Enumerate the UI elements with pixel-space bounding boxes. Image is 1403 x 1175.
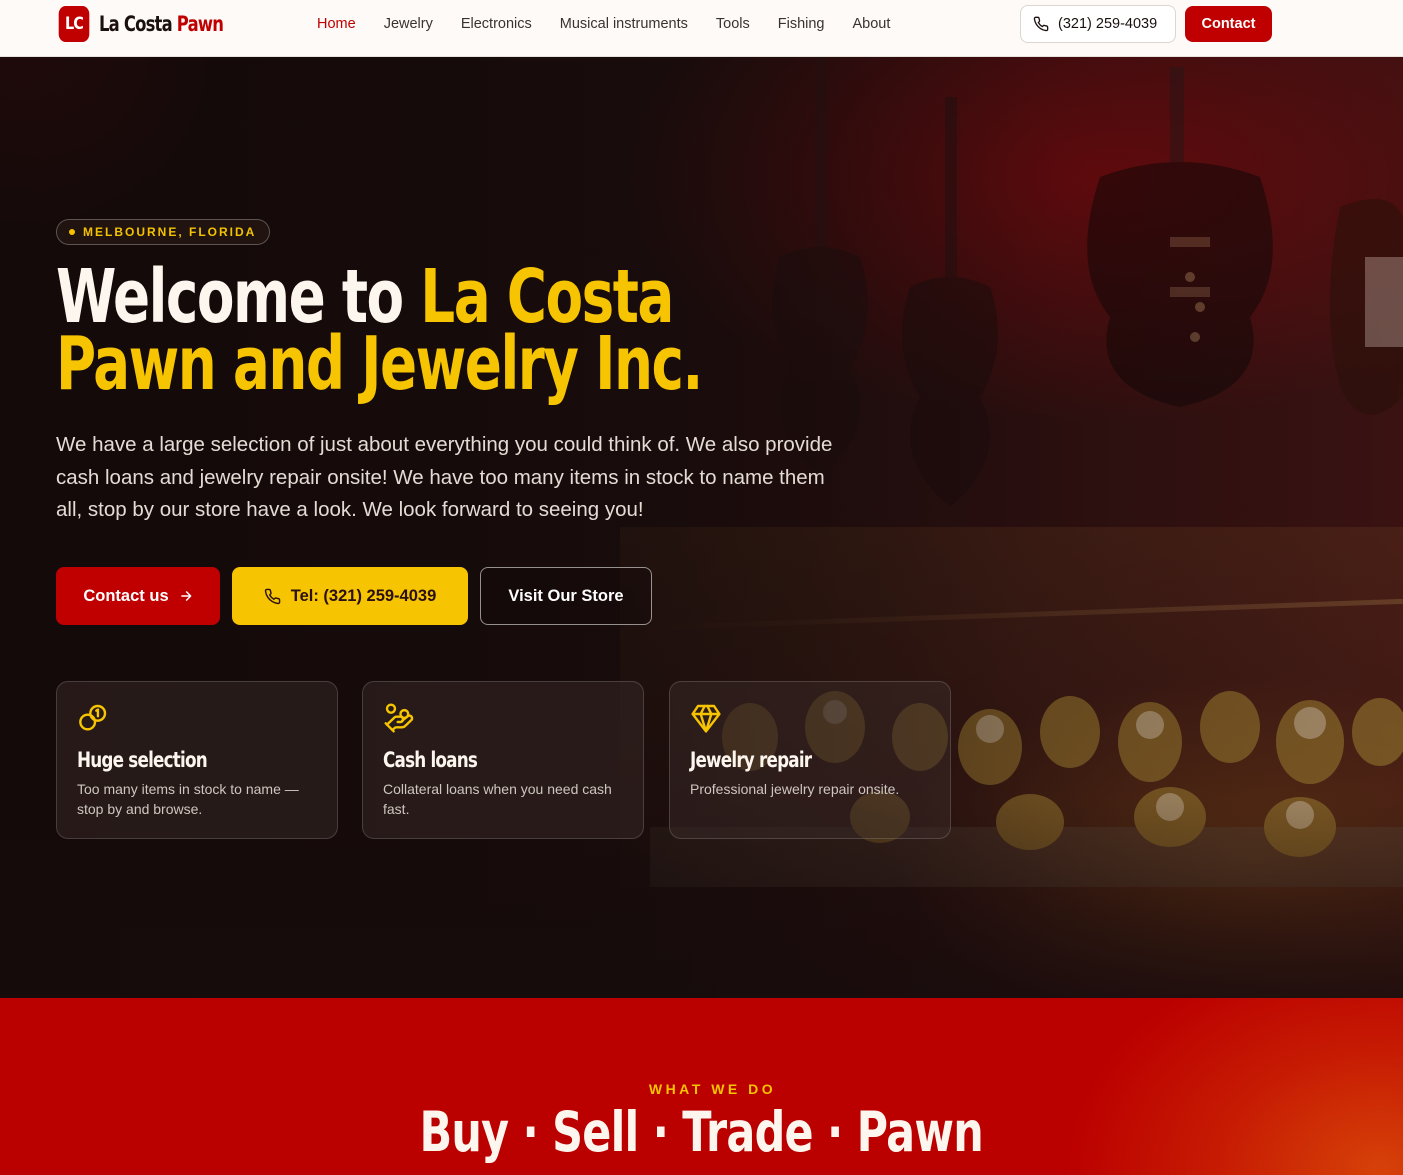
nav-item-electronics[interactable]: Electronics	[461, 15, 532, 33]
hero-title: Welcome to La Costa Pawn and Jewelry Inc…	[56, 260, 703, 407]
section-eyebrow: WHAT WE DO	[648, 1081, 777, 1097]
visit-store-button[interactable]: Visit Our Store	[480, 567, 652, 625]
phone-icon	[264, 588, 281, 604]
logo-accent: Pawn	[176, 12, 224, 36]
phone-icon	[1033, 16, 1049, 32]
nav-item-home[interactable]: Home	[317, 15, 356, 33]
nav-item-jewelry[interactable]: Jewelry	[384, 15, 433, 33]
top-navbar: LC La Costa Pawn Home Jewelry Electronic…	[0, 0, 1403, 57]
feature-title: Jewelry repair	[690, 748, 812, 772]
logo-badge: LC	[58, 6, 90, 42]
location-dot	[69, 229, 75, 235]
feature-title: Cash loans	[383, 748, 478, 772]
logo-text: La Costa Pawn	[99, 12, 224, 36]
hand-coins-icon	[384, 703, 414, 733]
coins-icon	[79, 704, 107, 731]
location-badge: MELBOURNE, FLORIDA	[56, 219, 271, 245]
feature-text: Professional jewelry repair onsite.	[690, 781, 900, 797]
feature-title: Huge selection	[77, 748, 208, 772]
main-menu: Home Jewelry Electronics Musical instrum…	[317, 15, 918, 33]
hero-title-brand-2: Pawn and Jewelry Inc.	[56, 321, 703, 407]
section-title: Buy · Sell · Trade · Pawn	[0, 1100, 1403, 1164]
services-section: WHAT WE DO Buy · Sell · Trade · Pawn	[0, 998, 1403, 1175]
call-phone-label: Tel: (321) 259-4039	[290, 586, 437, 605]
feature-card-repair: Jewelry repair Professional jewelry repa…	[669, 681, 951, 839]
nav-item-fishing[interactable]: Fishing	[778, 15, 825, 33]
logo-name: La Costa	[99, 12, 173, 36]
nav-item-about[interactable]: About	[853, 15, 891, 33]
contact-us-button[interactable]: Contact us	[56, 567, 220, 625]
location-text: MELBOURNE, FLORIDA	[83, 225, 257, 239]
hero-section: MELBOURNE, FLORIDA Welcome to La Costa P…	[0, 57, 1403, 998]
nav-item-musical-instruments[interactable]: Musical instruments	[560, 15, 688, 33]
feature-card-loans: Cash loans Collateral loans when you nee…	[362, 681, 644, 839]
gem-icon	[691, 704, 721, 733]
hero-description: We have a large selection of just about …	[56, 433, 833, 521]
nav-item-tools[interactable]: Tools	[716, 15, 750, 33]
call-phone-button[interactable]: Tel: (321) 259-4039	[232, 567, 468, 625]
nav-phone-number: (321) 259-4039	[1058, 16, 1158, 32]
nav-contact-button[interactable]: Contact	[1185, 6, 1272, 42]
contact-us-label: Contact us	[83, 586, 169, 605]
arrow-right-icon	[180, 591, 192, 601]
section-title-text: Buy · Sell · Trade · Pawn	[419, 1100, 984, 1164]
feature-text: Collateral loans when you need cash fast…	[383, 781, 612, 817]
feature-card-selection: Huge selection Too many items in stock t…	[56, 681, 338, 839]
nav-phone-button[interactable]: (321) 259-4039	[1020, 5, 1176, 43]
site-logo[interactable]: LC La Costa Pawn	[56, 6, 258, 42]
feature-text: Too many items in stock to name — stop b…	[77, 781, 299, 817]
